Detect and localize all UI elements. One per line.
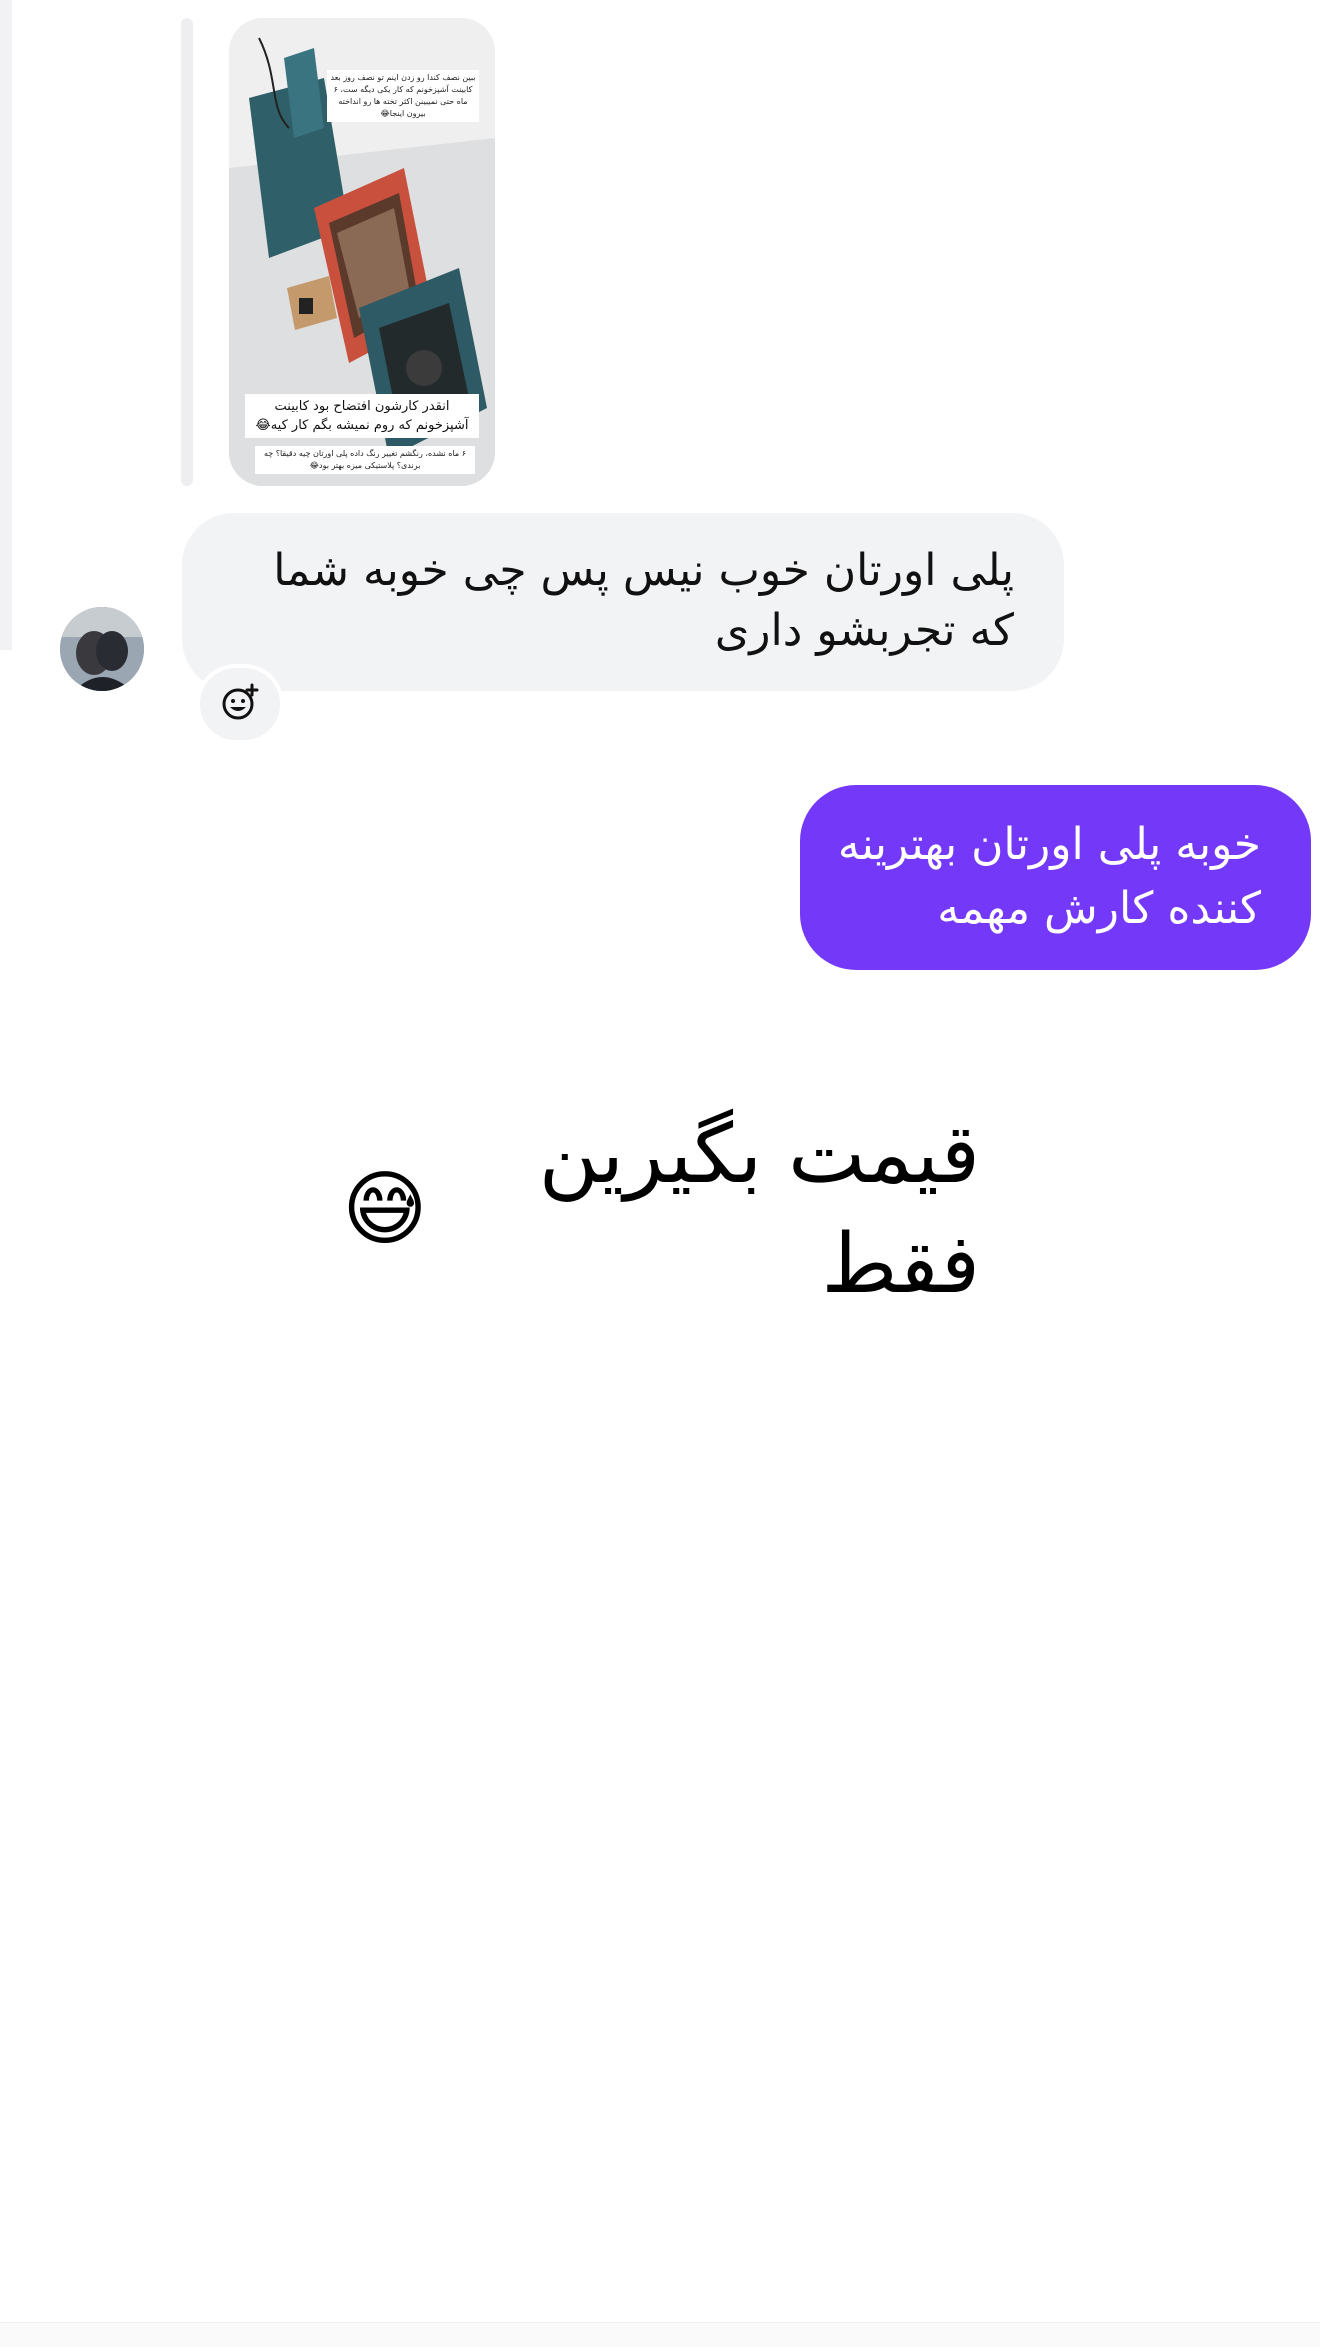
story-top-caption: ببین نصف کندا رو زدن اینم تو نصف روز بعد… [327, 70, 479, 122]
incoming-message-bubble[interactable]: پلی اورتان خوب نیس پس چی خوبه شما که تجر… [182, 513, 1064, 691]
story-middle-caption: انقدر کارشون افتضاح بود کابینت آشپزخونم … [245, 394, 479, 438]
story-bottom-caption: ۶ ماه نشده، رنگشم تغییر رنگ داده پلی اور… [255, 446, 475, 474]
bottom-divider [0, 2322, 1320, 2347]
overlay-caption: قیمت بگیرین فقط 😅 [340, 1107, 980, 1312]
left-edge-strip [0, 0, 12, 650]
add-reaction-button[interactable] [196, 664, 284, 744]
story-thumbnail[interactable]: ببین نصف کندا رو زدن اینم تو نصف روز بعد… [229, 18, 495, 486]
add-reaction-icon [220, 682, 260, 726]
sweat-smile-emoji-icon: 😅 [342, 1162, 428, 1257]
outgoing-message-text: خوبه پلی اورتان بهترینه کننده کارش مهمه [837, 819, 1261, 934]
outgoing-message-bubble[interactable]: خوبه پلی اورتان بهترینه کننده کارش مهمه [800, 785, 1311, 970]
story-reply-bar [181, 18, 193, 486]
overlay-caption-text: قیمت بگیرین فقط [538, 1107, 980, 1312]
sender-avatar[interactable] [60, 607, 144, 691]
incoming-message-text: پلی اورتان خوب نیس پس چی خوبه شما که تجر… [273, 545, 1014, 656]
avatar-photo [60, 607, 144, 691]
